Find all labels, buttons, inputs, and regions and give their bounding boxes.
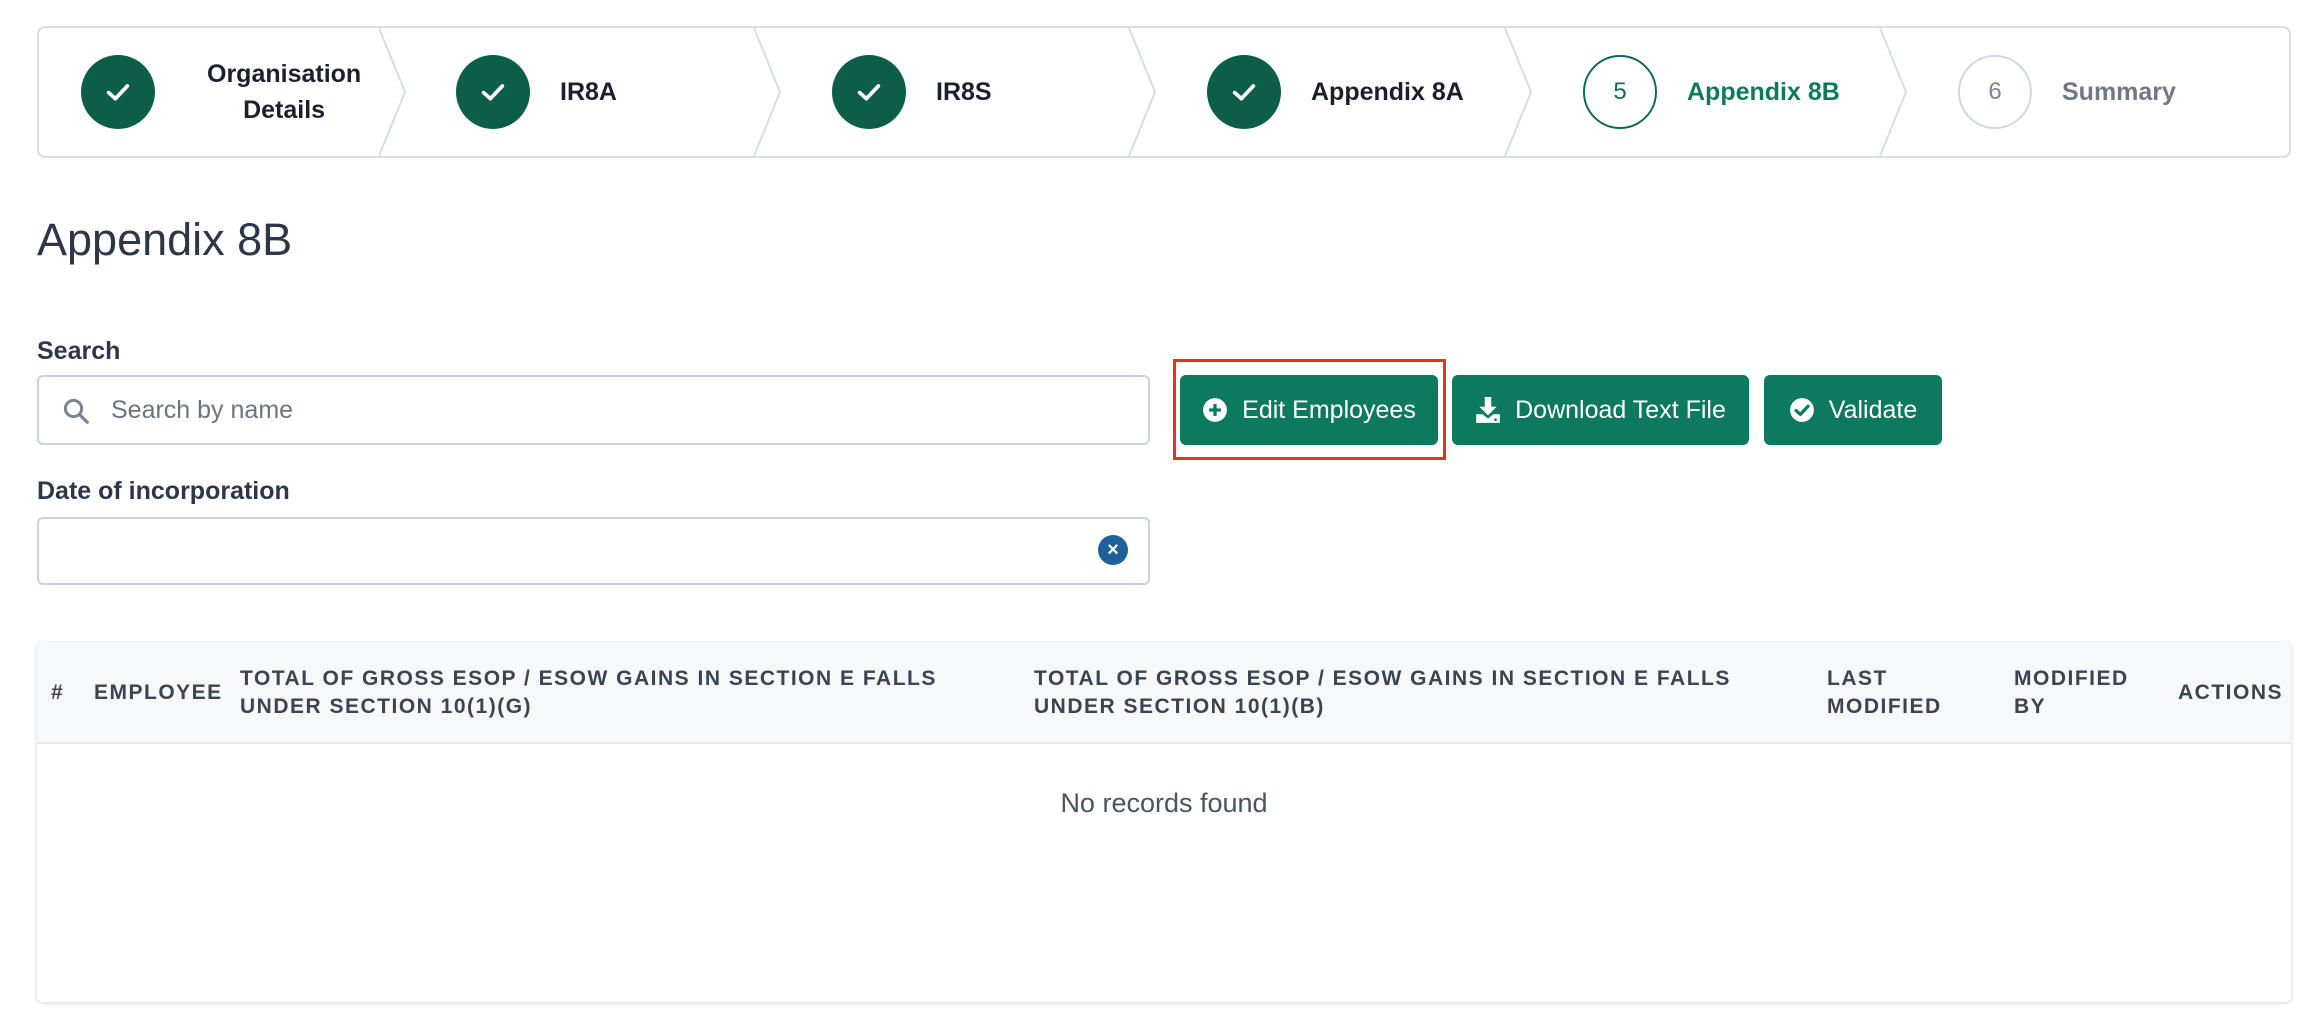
search-input[interactable] <box>111 377 1131 443</box>
step-summary[interactable]: 6 Summary <box>1958 28 2176 156</box>
search-icon <box>63 398 89 424</box>
step-number: 6 <box>1958 55 2032 129</box>
download-icon <box>1475 396 1501 424</box>
edit-employees-button[interactable]: Edit Employees <box>1180 375 1438 445</box>
step-label-line1: Organisation <box>207 60 362 88</box>
step-label: IR8A <box>560 78 617 106</box>
edit-employees-label: Edit Employees <box>1242 395 1416 424</box>
step-label: Summary <box>2062 78 2176 106</box>
empty-table-message: No records found <box>1060 788 1268 818</box>
step-ir8a[interactable]: IR8A <box>456 28 617 156</box>
stepper-dividers <box>378 28 1908 156</box>
step-label: Appendix 8A <box>1311 78 1464 106</box>
search-label: Search <box>37 337 121 365</box>
page-title: Appendix 8B <box>37 214 293 265</box>
column-header-index[interactable]: # <box>51 679 64 707</box>
step-appendix-8b[interactable]: 5 Appendix 8B <box>1583 28 1840 156</box>
column-header-gains-10-1-g[interactable]: TOTAL OF GROSS ESOP / ESOW GAINS IN SECT… <box>240 665 1000 721</box>
column-header-employee[interactable]: EMPLOYEE <box>94 679 223 707</box>
download-text-file-button[interactable]: Download Text File <box>1452 375 1749 445</box>
check-icon <box>81 55 155 129</box>
column-header-gains-10-1-b[interactable]: TOTAL OF GROSS ESOP / ESOW GAINS IN SECT… <box>1034 665 1794 721</box>
clear-icon[interactable]: × <box>1098 535 1128 565</box>
page: Organisation Details IR8A IR8S Appendix … <box>0 0 2312 1028</box>
plus-circle-icon <box>1202 397 1228 423</box>
step-number: 5 <box>1583 55 1657 129</box>
check-icon <box>456 55 530 129</box>
check-icon <box>832 55 906 129</box>
check-circle-icon <box>1789 397 1815 423</box>
date-of-incorporation-label: Date of incorporation <box>37 477 290 505</box>
search-field[interactable] <box>37 375 1150 445</box>
employees-table: # EMPLOYEE TOTAL OF GROSS ESOP / ESOW GA… <box>37 642 2291 1002</box>
date-of-incorporation-field[interactable]: × <box>37 517 1150 585</box>
download-text-file-label: Download Text File <box>1515 395 1726 424</box>
date-of-incorporation-input[interactable] <box>55 519 1095 583</box>
column-header-last-modified[interactable]: LAST MODIFIED <box>1827 665 1967 721</box>
progress-stepper: Organisation Details IR8A IR8S Appendix … <box>37 26 2291 158</box>
step-label: Organisation Details <box>207 56 361 128</box>
step-label: Appendix 8B <box>1687 78 1840 106</box>
table-header: # EMPLOYEE TOTAL OF GROSS ESOP / ESOW GA… <box>37 642 2291 744</box>
step-appendix-8a[interactable]: Appendix 8A <box>1207 28 1464 156</box>
step-organisation-details[interactable]: Organisation Details <box>81 28 361 156</box>
validate-button[interactable]: Validate <box>1764 375 1942 445</box>
column-header-actions: ACTIONS <box>2178 681 2283 704</box>
validate-label: Validate <box>1828 395 1918 424</box>
step-ir8s[interactable]: IR8S <box>832 28 992 156</box>
column-header-modified-by[interactable]: MODIFIED BY <box>2014 665 2144 721</box>
step-label: IR8S <box>936 78 992 106</box>
check-icon <box>1207 55 1281 129</box>
step-label-line2: Details <box>243 96 326 124</box>
